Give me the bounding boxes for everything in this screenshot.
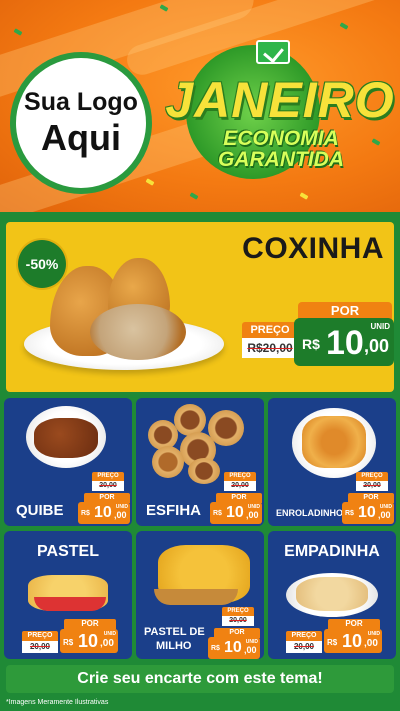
product-name: PASTEL bbox=[37, 543, 99, 560]
price-integer: 10 bbox=[224, 639, 242, 656]
esfiha-image bbox=[152, 446, 184, 478]
price-cents: ,00 bbox=[246, 510, 259, 520]
cta-banner[interactable]: Crie seu encarte com este tema! bbox=[6, 665, 394, 693]
price-unit: UNID bbox=[247, 504, 260, 510]
price-tag: R$ 10 ,00 UNID bbox=[324, 629, 382, 653]
old-price-value: 20,00 bbox=[293, 642, 315, 651]
quibe-image bbox=[34, 418, 98, 458]
price-cents: ,00 bbox=[364, 336, 390, 356]
price-integer: 10 bbox=[94, 504, 112, 521]
currency: R$ bbox=[327, 638, 338, 647]
old-price-value: 20,00 bbox=[229, 617, 247, 624]
old-price: 20,00 bbox=[356, 481, 388, 491]
price-unit: UNID bbox=[115, 504, 128, 510]
old-price-label: PREÇO bbox=[22, 631, 58, 641]
price-unit: UNID bbox=[370, 322, 390, 331]
old-price-label: PREÇO bbox=[242, 322, 298, 338]
price-unit: UNID bbox=[367, 631, 380, 637]
basket-image bbox=[34, 597, 106, 611]
price-unit: UNID bbox=[103, 631, 116, 637]
esfiha-image bbox=[148, 420, 178, 450]
price-tag: R$ 10 ,00 UNID bbox=[342, 502, 394, 524]
currency: R$ bbox=[345, 510, 354, 517]
old-price-value: 20,00 bbox=[99, 482, 117, 489]
currency: R$ bbox=[211, 645, 220, 652]
featured-product-card[interactable]: -50% COXINHA PREÇO R$20,00 POR R$ 10 ,00… bbox=[6, 222, 394, 392]
store-logo-placeholder: Sua Logo Aqui bbox=[10, 52, 152, 194]
campaign-month: JANEIRO bbox=[165, 72, 395, 128]
price-integer: 10 bbox=[342, 631, 363, 651]
product-name-line2: MILHO bbox=[156, 640, 192, 652]
old-price-value: R$20,00 bbox=[247, 341, 293, 355]
basket-image bbox=[154, 589, 238, 605]
tagline-line2: GARANTIDA bbox=[218, 148, 344, 171]
price-unit: UNID bbox=[245, 639, 258, 645]
tagline-line1: ECONOMIA bbox=[223, 127, 339, 150]
esfiha-image bbox=[174, 404, 206, 436]
old-price: 20,00 bbox=[22, 641, 58, 653]
old-price: 20,00 bbox=[92, 481, 124, 491]
esfiha-image bbox=[188, 458, 220, 484]
new-price-label: POR bbox=[328, 619, 380, 629]
featured-product-name: COXINHA bbox=[242, 232, 384, 265]
price-cents: ,00 bbox=[378, 510, 391, 520]
enroladinho-image bbox=[302, 416, 366, 468]
old-price: 20,00 bbox=[224, 481, 256, 491]
old-price-value: 20,00 bbox=[231, 482, 249, 489]
old-price-label: PREÇO bbox=[286, 631, 322, 641]
old-price-value: 20,00 bbox=[363, 482, 381, 489]
price-integer: 10 bbox=[78, 631, 99, 651]
logo-text-line2: Aqui bbox=[41, 117, 121, 158]
new-price-label: POR bbox=[64, 619, 116, 629]
logo-text-line1: Sua Logo bbox=[24, 88, 138, 116]
empadinha-image bbox=[296, 577, 368, 611]
old-price: R$20,00 bbox=[242, 338, 298, 358]
currency: R$ bbox=[63, 638, 74, 647]
product-card-enroladinho[interactable]: ENROLADINHO PREÇO 20,00 POR R$ 10 ,00 UN… bbox=[268, 398, 396, 526]
product-name: PASTEL DE MILHO bbox=[144, 625, 205, 653]
price-tag: R$ 10 ,00 UNID bbox=[294, 318, 394, 366]
price-cents: ,00 bbox=[244, 645, 257, 655]
product-card-empadinha[interactable]: EMPADINHA PREÇO 20,00 POR R$ 10 ,00 UNID bbox=[268, 531, 396, 659]
price-tag: R$ 10 ,00 UNID bbox=[60, 629, 118, 653]
price-cents: ,00 bbox=[364, 638, 378, 649]
old-price-label: PREÇO bbox=[356, 472, 388, 481]
old-price-label: PREÇO bbox=[222, 607, 254, 616]
old-price-label: PREÇO bbox=[92, 472, 124, 481]
product-card-pastel-de-milho[interactable]: PASTEL DE MILHO PREÇO 20,00 POR R$ 10 ,0… bbox=[136, 531, 264, 659]
disclaimer-text: *Imagens Meramente Ilustrativas bbox=[6, 699, 109, 706]
discount-badge: -50% bbox=[18, 240, 66, 288]
price-tag: R$ 10 ,00 UNID bbox=[210, 502, 262, 524]
price-cents: ,00 bbox=[100, 638, 114, 649]
product-name: ENROLADINHO bbox=[276, 508, 343, 518]
old-price: 20,00 bbox=[222, 616, 254, 626]
product-card-esfiha[interactable]: ESFIHA PREÇO 20,00 POR R$ 10 ,00 UNID bbox=[136, 398, 264, 526]
check-envelope-icon bbox=[256, 40, 290, 64]
old-price-value: 20,00 bbox=[29, 642, 51, 651]
price-integer: 10 bbox=[226, 504, 244, 521]
product-name: EMPADINHA bbox=[284, 543, 380, 560]
product-name: ESFIHA bbox=[146, 502, 202, 519]
price-integer: 10 bbox=[358, 504, 376, 521]
product-card-quibe[interactable]: QUIBE PREÇO 20,00 POR R$ 10 ,00 UNID bbox=[4, 398, 132, 526]
old-price-label: PREÇO bbox=[224, 472, 256, 481]
old-price: 20,00 bbox=[286, 641, 322, 653]
price-tag: R$ 10 ,00 UNID bbox=[78, 502, 130, 524]
product-card-pastel[interactable]: PASTEL PREÇO 20,00 POR R$ 10 ,00 UNID bbox=[4, 531, 132, 659]
header-banner: Sua Logo Aqui JANEIRO ECONOMIA GARANTIDA bbox=[0, 0, 400, 212]
product-name: QUIBE bbox=[16, 502, 64, 519]
price-integer: 10 bbox=[326, 324, 364, 362]
coxinha-cut-image bbox=[90, 304, 186, 360]
price-tag: R$ 10 ,00 UNID bbox=[208, 637, 260, 659]
currency: R$ bbox=[81, 510, 90, 517]
currency: R$ bbox=[213, 510, 222, 517]
price-cents: ,00 bbox=[114, 510, 127, 520]
product-name-line1: PASTEL DE bbox=[144, 626, 205, 638]
currency: R$ bbox=[302, 336, 320, 352]
price-unit: UNID bbox=[379, 504, 392, 510]
